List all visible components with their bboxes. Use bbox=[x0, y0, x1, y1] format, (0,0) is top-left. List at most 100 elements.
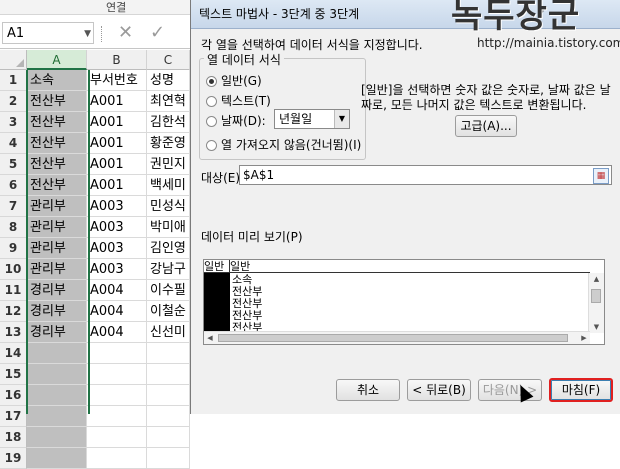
cell-column-b[interactable] bbox=[87, 364, 147, 385]
cell-column-c[interactable]: 박미애 bbox=[147, 217, 190, 238]
row-number[interactable]: 13 bbox=[0, 322, 27, 343]
radio-unselected-icon[interactable] bbox=[206, 96, 217, 107]
cell-column-c[interactable] bbox=[147, 343, 190, 364]
cell-column-b[interactable]: A003 bbox=[87, 259, 147, 280]
cell-column-b[interactable] bbox=[87, 406, 147, 427]
column-header-a[interactable]: A bbox=[27, 50, 87, 70]
cell-column-c[interactable]: 백세미 bbox=[147, 175, 190, 196]
cell-column-c[interactable] bbox=[147, 364, 190, 385]
row-number[interactable]: 2 bbox=[0, 91, 27, 112]
cell-column-a[interactable] bbox=[27, 427, 87, 448]
cell-column-a[interactable] bbox=[27, 385, 87, 406]
cell-column-b[interactable]: A001 bbox=[87, 91, 147, 112]
row-number[interactable]: 5 bbox=[0, 154, 27, 175]
row-number[interactable]: 3 bbox=[0, 112, 27, 133]
preview-column-header[interactable]: 일반 bbox=[204, 260, 230, 273]
cell-column-b[interactable]: A003 bbox=[87, 238, 147, 259]
cell-column-b[interactable] bbox=[87, 427, 147, 448]
cell-column-b[interactable]: A004 bbox=[87, 280, 147, 301]
row-number[interactable]: 1 bbox=[0, 70, 27, 91]
date-format-select[interactable]: 년월일 ▼ bbox=[274, 109, 350, 129]
cell-column-b[interactable]: A001 bbox=[87, 112, 147, 133]
cell-column-b[interactable]: A003 bbox=[87, 217, 147, 238]
cell-column-a[interactable]: 관리부 bbox=[27, 259, 87, 280]
cell-column-c[interactable]: 김인영 bbox=[147, 238, 190, 259]
row-number[interactable]: 10 bbox=[0, 259, 27, 280]
scroll-down-icon[interactable]: ▼ bbox=[589, 321, 604, 333]
scroll-left-icon[interactable]: ◀ bbox=[204, 332, 216, 344]
cell-column-c[interactable] bbox=[147, 427, 190, 448]
cell-column-c[interactable] bbox=[147, 406, 190, 427]
scroll-up-icon[interactable]: ▲ bbox=[589, 273, 604, 285]
row-number[interactable]: 7 bbox=[0, 196, 27, 217]
chevron-down-icon[interactable]: ▼ bbox=[84, 23, 91, 45]
cell-column-c[interactable] bbox=[147, 448, 190, 469]
cell-column-a[interactable]: 경리부 bbox=[27, 301, 87, 322]
row-number[interactable]: 8 bbox=[0, 217, 27, 238]
cell-column-a[interactable]: 전산부 bbox=[27, 175, 87, 196]
back-button[interactable]: < 뒤로(B) bbox=[407, 379, 471, 401]
cell-column-a[interactable] bbox=[27, 406, 87, 427]
cell-column-b[interactable]: A003 bbox=[87, 196, 147, 217]
select-all-corner[interactable] bbox=[0, 50, 27, 70]
cell-column-c[interactable]: 신선미 bbox=[147, 322, 190, 343]
cell-column-a[interactable]: 전산부 bbox=[27, 154, 87, 175]
row-number[interactable]: 6 bbox=[0, 175, 27, 196]
cell-column-a[interactable]: 전산부 bbox=[27, 112, 87, 133]
radio-selected-icon[interactable] bbox=[206, 76, 217, 87]
radio-general[interactable]: 일반(G) bbox=[206, 73, 262, 89]
preview-selected-column[interactable] bbox=[204, 273, 230, 335]
row-number[interactable]: 14 bbox=[0, 343, 27, 364]
row-number[interactable]: 11 bbox=[0, 280, 27, 301]
cell-column-a[interactable]: 전산부 bbox=[27, 133, 87, 154]
scroll-thumb[interactable] bbox=[591, 289, 601, 303]
row-number[interactable]: 4 bbox=[0, 133, 27, 154]
next-button[interactable]: 다음(N) > bbox=[478, 379, 542, 401]
confirm-entry-icon[interactable]: ✓ bbox=[150, 22, 165, 44]
radio-date[interactable]: 날짜(D): bbox=[206, 113, 266, 129]
cancel-entry-icon[interactable]: ✕ bbox=[118, 22, 133, 44]
finish-button[interactable]: 마침(F) bbox=[549, 378, 613, 402]
radio-unselected-icon[interactable] bbox=[206, 116, 217, 127]
cell-column-c[interactable]: 성명 bbox=[147, 70, 190, 91]
cell-column-c[interactable]: 최연혁 bbox=[147, 91, 190, 112]
row-number[interactable]: 19 bbox=[0, 448, 27, 469]
cell-column-a[interactable] bbox=[27, 343, 87, 364]
cell-column-c[interactable]: 강남구 bbox=[147, 259, 190, 280]
cell-column-b[interactable]: A001 bbox=[87, 154, 147, 175]
cell-column-c[interactable]: 민성식 bbox=[147, 196, 190, 217]
cell-column-b[interactable]: A001 bbox=[87, 175, 147, 196]
radio-text[interactable]: 텍스트(T) bbox=[206, 93, 271, 109]
chevron-down-icon[interactable]: ▼ bbox=[334, 110, 349, 128]
preview-vertical-scrollbar[interactable]: ▲ ▼ bbox=[588, 273, 604, 333]
cell-column-b[interactable]: A001 bbox=[87, 133, 147, 154]
row-number[interactable]: 16 bbox=[0, 385, 27, 406]
cell-column-b[interactable]: A004 bbox=[87, 322, 147, 343]
cell-column-c[interactable]: 황준영 bbox=[147, 133, 190, 154]
scroll-thumb[interactable] bbox=[218, 334, 568, 342]
row-number[interactable]: 15 bbox=[0, 364, 27, 385]
cell-column-a[interactable] bbox=[27, 448, 87, 469]
cell-column-b[interactable] bbox=[87, 343, 147, 364]
advanced-button[interactable]: 고급(A)... bbox=[455, 115, 517, 137]
cell-column-c[interactable]: 권민지 bbox=[147, 154, 190, 175]
radio-skip[interactable]: 열 가져오지 않음(건너뜀)(I) bbox=[206, 137, 361, 153]
row-number[interactable]: 9 bbox=[0, 238, 27, 259]
cell-column-a[interactable]: 관리부 bbox=[27, 238, 87, 259]
cell-column-c[interactable]: 이수필 bbox=[147, 280, 190, 301]
cell-column-a[interactable]: 관리부 bbox=[27, 217, 87, 238]
cancel-button[interactable]: 취소 bbox=[336, 379, 400, 401]
cell-column-b[interactable] bbox=[87, 448, 147, 469]
cell-column-c[interactable]: 이철순 bbox=[147, 301, 190, 322]
preview-horizontal-scrollbar[interactable]: ◀ ▶ bbox=[204, 331, 590, 344]
cell-column-c[interactable]: 김한석 bbox=[147, 112, 190, 133]
cell-column-a[interactable]: 전산부 bbox=[27, 91, 87, 112]
destination-input[interactable]: $A$1 ▦ bbox=[239, 165, 612, 185]
radio-unselected-icon[interactable] bbox=[206, 140, 217, 151]
cell-column-b[interactable] bbox=[87, 385, 147, 406]
data-preview[interactable]: 일반 일반 소속 전산부 전산부 전산부 전산부 ▲ ▼ ◀ ▶ bbox=[203, 259, 605, 345]
name-box[interactable]: A1 ▼ bbox=[2, 22, 94, 44]
cell-column-b[interactable]: 부서번호 bbox=[87, 70, 147, 91]
cell-column-a[interactable]: 경리부 bbox=[27, 280, 87, 301]
range-picker-icon[interactable]: ▦ bbox=[593, 168, 609, 184]
